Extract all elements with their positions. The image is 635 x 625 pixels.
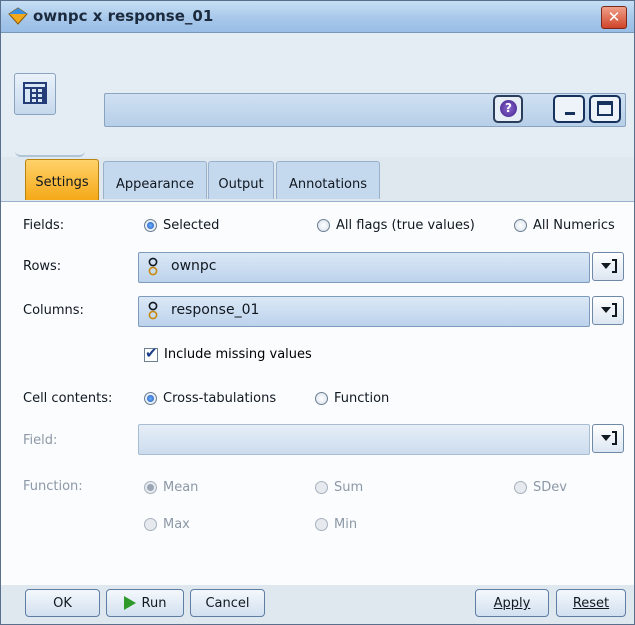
radio-label: All Numerics — [533, 218, 615, 233]
flag-field-icon — [148, 301, 158, 320]
radio-icon — [144, 392, 157, 405]
radio-icon — [315, 481, 328, 494]
function-mean-radio[interactable]: Mean — [144, 480, 198, 495]
maximize-button[interactable] — [589, 95, 621, 123]
rows-field[interactable]: ownpc — [138, 252, 590, 283]
node-name-bar — [104, 93, 626, 127]
field-picker-icon — [601, 263, 611, 269]
radio-label: Min — [334, 517, 358, 532]
tab-settings[interactable]: Settings — [25, 159, 99, 200]
radio-label: Max — [163, 517, 190, 532]
columns-value: response_01 — [171, 302, 260, 318]
radio-label: Function — [334, 391, 390, 406]
field-label: Field: — [23, 433, 58, 448]
close-button[interactable]: ✕ — [601, 6, 627, 29]
button-bar: OK Run Cancel Apply Reset — [1, 585, 634, 624]
columns-field-picker-button[interactable] — [592, 296, 624, 325]
function-label: Function: — [23, 479, 83, 494]
radio-icon — [514, 481, 527, 494]
function-sdev-radio[interactable]: SDev — [514, 480, 567, 495]
run-label: Run — [141, 596, 167, 611]
flag-field-icon — [148, 257, 158, 276]
tab-annotations[interactable]: Annotations — [276, 161, 380, 199]
reset-button[interactable]: Reset — [556, 589, 626, 617]
include-missing-checkbox[interactable]: Include missing values — [144, 344, 312, 362]
radio-icon — [144, 219, 157, 232]
radio-label: SDev — [533, 480, 567, 495]
minimize-button[interactable] — [553, 95, 585, 123]
radio-label: Selected — [163, 218, 220, 233]
radio-icon — [144, 481, 157, 494]
fields-all-flags-radio[interactable]: All flags (true values) — [317, 218, 475, 233]
radio-label: Sum — [334, 480, 364, 495]
title-bar[interactable]: ownpc x response_01 ✕ — [1, 1, 634, 33]
settings-panel: Fields: Selected All flags (true values)… — [1, 201, 634, 586]
fields-label: Fields: — [23, 218, 65, 233]
table-matrix-icon — [14, 73, 56, 115]
radio-icon — [317, 219, 330, 232]
cell-contents-label: Cell contents: — [23, 391, 113, 406]
rows-label: Rows: — [23, 259, 62, 274]
reset-label: Reset — [572, 596, 610, 611]
radio-icon — [315, 392, 328, 405]
rows-field-picker-button[interactable] — [592, 252, 624, 281]
run-button[interactable]: Run — [106, 589, 184, 617]
function-max-radio[interactable]: Max — [144, 517, 190, 532]
rows-value: ownpc — [171, 258, 217, 274]
cancel-button[interactable]: Cancel — [190, 589, 265, 617]
tab-output[interactable]: Output — [208, 161, 274, 199]
window-title: ownpc x response_01 — [33, 7, 214, 25]
columns-label: Columns: — [23, 303, 84, 318]
field-picker-icon — [601, 307, 611, 313]
field-picker-icon — [601, 435, 611, 441]
function-sum-radio[interactable]: Sum — [315, 480, 363, 495]
help-icon: ? — [500, 100, 517, 117]
function-field-input[interactable] — [138, 424, 590, 455]
radio-icon — [144, 518, 157, 531]
minimize-icon — [565, 112, 575, 115]
radio-label: Mean — [163, 480, 199, 495]
fields-selected-radio[interactable]: Selected — [144, 218, 219, 233]
function-radio[interactable]: Function — [315, 391, 389, 406]
ok-button[interactable]: OK — [25, 589, 100, 617]
play-icon — [123, 595, 136, 610]
radio-icon — [514, 219, 527, 232]
tab-appearance[interactable]: Appearance — [103, 161, 207, 199]
diamond-node-icon — [8, 7, 28, 25]
dialog-window: ownpc x response_01 ✕ ? Settings Appeara… — [0, 0, 635, 625]
fields-all-numerics-radio[interactable]: All Numerics — [514, 218, 615, 233]
radio-icon — [315, 518, 328, 531]
columns-field[interactable]: response_01 — [138, 296, 590, 327]
function-min-radio[interactable]: Min — [315, 517, 357, 532]
include-missing-label: Include missing values — [164, 347, 312, 362]
cross-tabulations-radio[interactable]: Cross-tabulations — [144, 391, 276, 406]
checkmark-icon — [144, 344, 158, 362]
node-header: ? — [1, 33, 634, 157]
apply-button[interactable]: Apply — [475, 589, 549, 617]
maximize-icon — [597, 101, 613, 116]
radio-label: Cross-tabulations — [163, 391, 277, 406]
apply-label: Apply — [493, 596, 531, 611]
node-icon-shadow — [15, 151, 85, 157]
function-field-picker-button[interactable] — [592, 424, 624, 453]
radio-label: All flags (true values) — [336, 218, 475, 233]
help-button[interactable]: ? — [493, 95, 523, 123]
